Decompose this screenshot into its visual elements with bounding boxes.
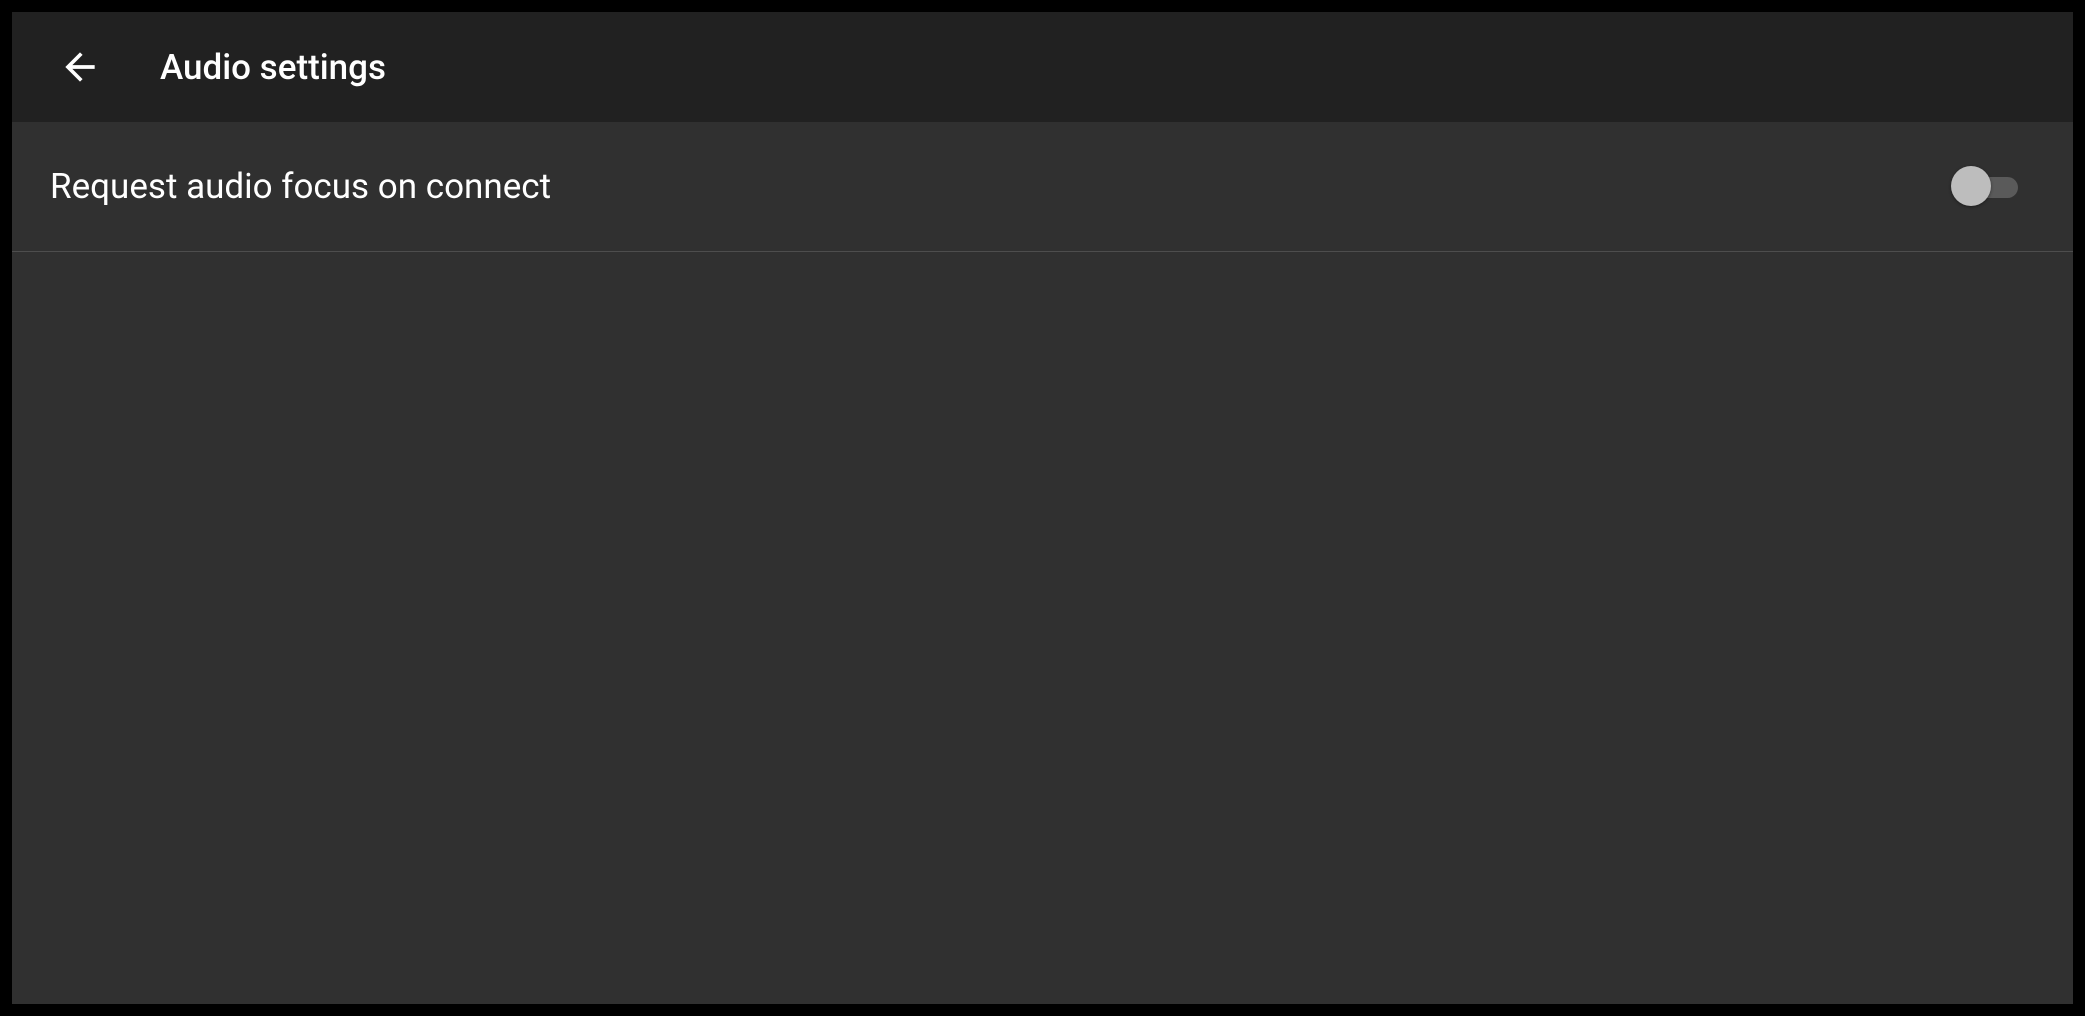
back-button[interactable] <box>50 37 110 97</box>
setting-label: Request audio focus on connect <box>50 166 551 207</box>
setting-request-audio-focus[interactable]: Request audio focus on connect <box>12 122 2073 252</box>
header-bar: Audio settings <box>12 12 2073 122</box>
page-title: Audio settings <box>160 47 386 88</box>
back-arrow-icon <box>58 45 102 89</box>
app-root: Audio settings Request audio focus on co… <box>0 0 2085 1016</box>
toggle-thumb <box>1951 166 1991 206</box>
toggle-request-audio-focus[interactable] <box>1956 175 2018 199</box>
settings-content: Request audio focus on connect <box>12 122 2073 1004</box>
